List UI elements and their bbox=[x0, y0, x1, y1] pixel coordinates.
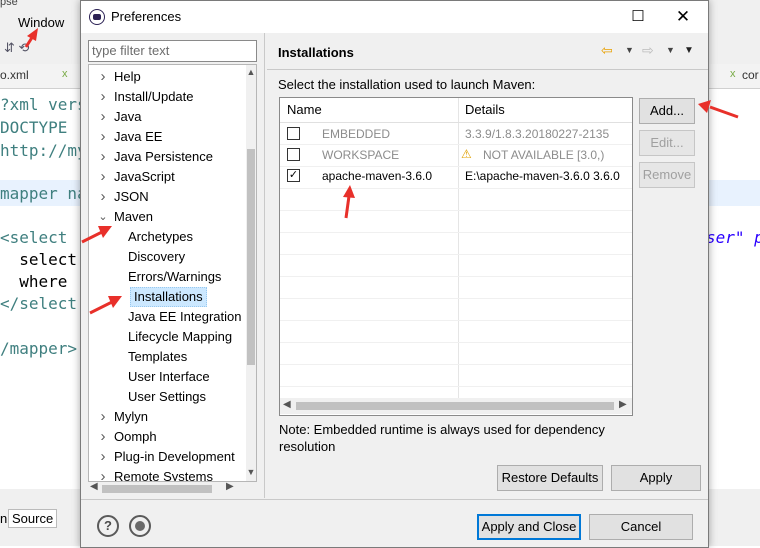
arrow-installations bbox=[89, 300, 113, 315]
arrow-apache-maven bbox=[344, 195, 351, 219]
arrow-add-button bbox=[709, 105, 739, 119]
arrow-maven bbox=[81, 230, 103, 244]
annotation-arrows bbox=[24, 28, 739, 315]
